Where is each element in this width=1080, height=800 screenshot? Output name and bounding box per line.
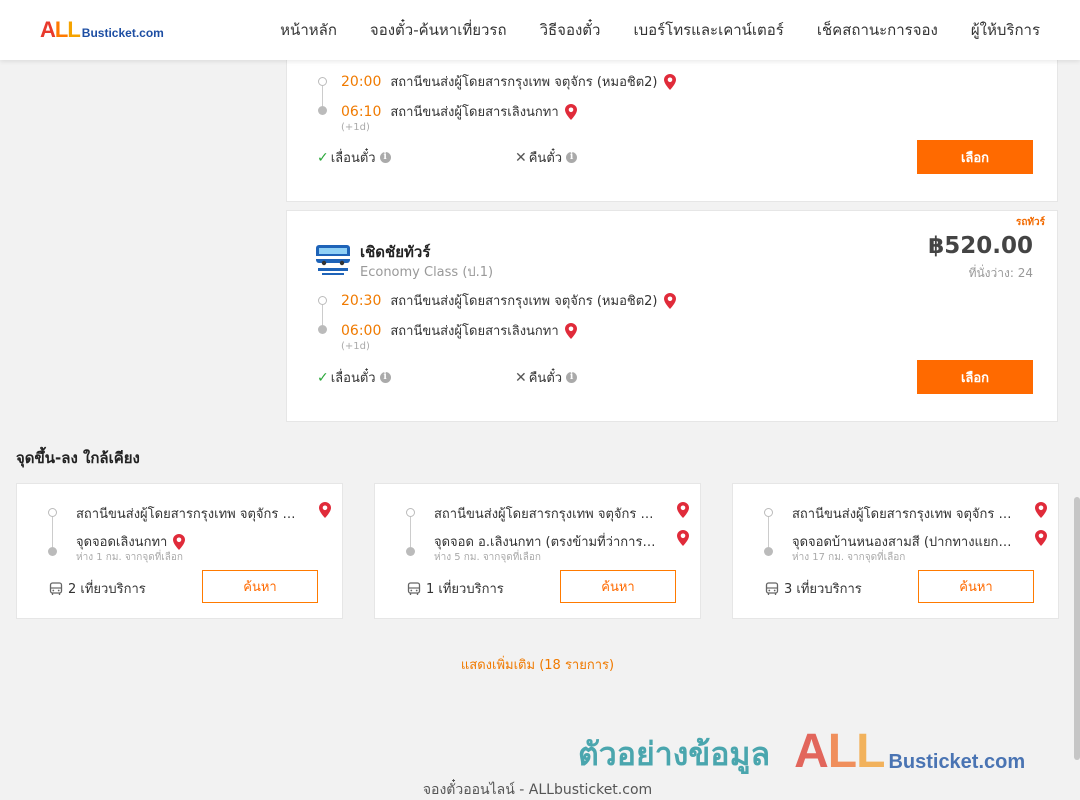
- nav-check-status[interactable]: เช็คสถานะการจอง: [817, 18, 938, 42]
- sample-watermark: ตัวอย่างข้อมูล ALL Busticket.com: [578, 728, 1025, 776]
- map-pin-icon[interactable]: [173, 533, 186, 550]
- arrival-station: สถานีขนส่งผู้โดยสารเลิงนกทา: [390, 105, 559, 120]
- select-trip-button[interactable]: เลือก: [917, 140, 1033, 174]
- nearby-search-button[interactable]: ค้นหา: [560, 570, 676, 603]
- nearby-trip-count: 3 เที่ยวบริการ: [765, 578, 862, 599]
- nearby-search-button[interactable]: ค้นหา: [202, 570, 318, 603]
- bus-icon: [49, 581, 63, 595]
- nearby-from: สถานีขนส่งผู้โดยสารกรุงเทพ จตุจักร (หมอช…: [792, 507, 1016, 522]
- cross-icon: ✕: [515, 369, 527, 386]
- show-more-link[interactable]: แสดงเพิ่มเติม (18 รายการ): [0, 654, 1075, 675]
- nearby-section-title: จุดขึ้น-ลง ใกล้เคียง: [16, 449, 140, 467]
- nearby-trip-count: 1 เที่ยวบริการ: [407, 578, 504, 599]
- nearby-trip-count: 2 เที่ยวบริการ: [49, 578, 146, 599]
- map-pin-icon[interactable]: [1035, 502, 1047, 518]
- nearby-to: จุดจอด อ.เลิงนกทา (ตรงข้ามที่ว่าการอำเภอ…: [434, 535, 658, 550]
- select-trip-button[interactable]: เลือก: [917, 360, 1033, 394]
- seats-available: ที่นั่งว่าง: 24: [968, 266, 1033, 280]
- scrollbar-thumb[interactable]: [1074, 497, 1080, 760]
- departure-time: 20:00: [341, 73, 382, 90]
- bus-icon: [407, 581, 421, 595]
- logo-all: ALL: [40, 17, 81, 42]
- nav-booking[interactable]: จองตั๋ว-ค้นหาเที่ยวรถ: [370, 18, 507, 42]
- main-nav: หน้าหลัก จองตั๋ว-ค้นหาเที่ยวรถ วิธีจองตั…: [247, 0, 1040, 60]
- nav-contact[interactable]: เบอร์โทรและเคาน์เตอร์: [633, 18, 783, 42]
- nearby-to: จุดจอดบ้านหนองสามสี (ปากทางแยกบ้าน): [792, 535, 1016, 550]
- map-pin-icon[interactable]: [564, 103, 577, 120]
- cross-icon: ✕: [515, 149, 527, 166]
- site-logo[interactable]: ALL Busticket.com: [40, 18, 164, 42]
- footer-text: จองตั๋วออนไลน์ - ALLbusticket.com: [422, 782, 653, 798]
- arrival-row: 06:00 สถานีขนส่งผู้โดยสารเลิงนกทา: [341, 320, 577, 341]
- trip-card: รถทัวร์ เชิดชัยทัวร์ Economy Class (ป.1)…: [286, 210, 1058, 422]
- map-pin-icon[interactable]: [677, 530, 689, 546]
- nearby-distance: ห่าง 17 กม. จากจุดที่เลือก: [792, 552, 906, 563]
- next-day-indicator: (+1d): [341, 122, 370, 133]
- refund-policy: ✕ คืนตั๋ว i: [515, 147, 578, 168]
- map-pin-icon[interactable]: [564, 322, 577, 339]
- watermark-logo-all: ALL: [794, 725, 885, 778]
- departure-row: 20:00 สถานีขนส่งผู้โดยสารกรุงเทพ จตุจักร…: [341, 71, 676, 92]
- info-icon[interactable]: i: [566, 152, 578, 163]
- departure-station: สถานีขนส่งผู้โดยสารกรุงเทพ จตุจักร (หมอช…: [390, 75, 658, 90]
- bus-icon: [765, 581, 779, 595]
- nearby-card: สถานีขนส่งผู้โดยสารกรุงเทพ จตุจักร (หมอช…: [374, 483, 701, 619]
- refund-policy: ✕ คืนตั๋ว i: [515, 367, 578, 388]
- map-pin-icon[interactable]: [319, 502, 331, 518]
- change-policy: ✓ เลื่อนตั๋ว i: [317, 367, 391, 388]
- arrival-time: 06:00: [341, 322, 382, 339]
- ticket-price: ฿520.00: [928, 233, 1033, 259]
- watermark-text: ตัวอย่างข้อมูล: [578, 735, 771, 773]
- departure-time: 20:30: [341, 292, 382, 309]
- change-policy: ✓ เลื่อนตั๋ว i: [317, 147, 391, 168]
- info-icon[interactable]: i: [379, 372, 391, 383]
- departure-station: สถานีขนส่งผู้โดยสารกรุงเทพ จตุจักร (หมอช…: [390, 294, 658, 309]
- nearby-to: จุดจอดเลิงนกทา: [76, 531, 186, 552]
- map-pin-icon[interactable]: [1035, 530, 1047, 546]
- nav-operators[interactable]: ผู้ให้บริการ: [971, 18, 1040, 42]
- map-pin-icon[interactable]: [677, 502, 689, 518]
- info-icon[interactable]: i: [566, 372, 578, 383]
- trip-card: 20:00 สถานีขนส่งผู้โดยสารกรุงเทพ จตุจักร…: [286, 56, 1058, 202]
- arrival-row: 06:10 สถานีขนส่งผู้โดยสารเลิงนกทา: [341, 101, 577, 122]
- nearby-card: สถานีขนส่งผู้โดยสารกรุงเทพ จตุจักร (หมอช…: [16, 483, 343, 619]
- nearby-from: สถานีขนส่งผู้โดยสารกรุงเทพ จตุจักร (หมอช…: [434, 507, 658, 522]
- bus-class: Economy Class (ป.1): [360, 265, 494, 280]
- departure-row: 20:30 สถานีขนส่งผู้โดยสารกรุงเทพ จตุจักร…: [341, 290, 676, 311]
- nav-how-to-book[interactable]: วิธีจองตั๋ว: [540, 18, 601, 42]
- logo-site: Busticket.com: [81, 26, 164, 40]
- next-day-indicator: (+1d): [341, 341, 370, 352]
- check-icon: ✓: [317, 149, 329, 166]
- nearby-card: สถานีขนส่งผู้โดยสารกรุงเทพ จตุจักร (หมอช…: [732, 483, 1059, 619]
- nearby-from: สถานีขนส่งผู้โดยสารกรุงเทพ จตุจักร (หมอช…: [76, 507, 300, 522]
- nav-home[interactable]: หน้าหลัก: [280, 18, 337, 42]
- nearby-search-button[interactable]: ค้นหา: [918, 570, 1034, 603]
- map-pin-icon[interactable]: [663, 73, 676, 90]
- check-icon: ✓: [317, 369, 329, 386]
- nearby-distance: ห่าง 1 กม. จากจุดที่เลือก: [76, 552, 183, 563]
- map-pin-icon[interactable]: [663, 292, 676, 309]
- nearby-distance: ห่าง 5 กม. จากจุดที่เลือก: [434, 552, 541, 563]
- info-icon[interactable]: i: [379, 152, 391, 163]
- page-scrollbar[interactable]: [1074, 0, 1080, 800]
- watermark-logo-site: Busticket.com: [888, 751, 1026, 773]
- arrival-time: 06:10: [341, 103, 382, 120]
- arrival-station: สถานีขนส่งผู้โดยสารเลิงนกทา: [390, 324, 559, 339]
- promo-badge: รถทัวร์: [1015, 217, 1045, 228]
- operator-logo: [316, 245, 350, 275]
- site-header: ALL Busticket.com หน้าหลัก จองตั๋ว-ค้นหา…: [0, 0, 1080, 60]
